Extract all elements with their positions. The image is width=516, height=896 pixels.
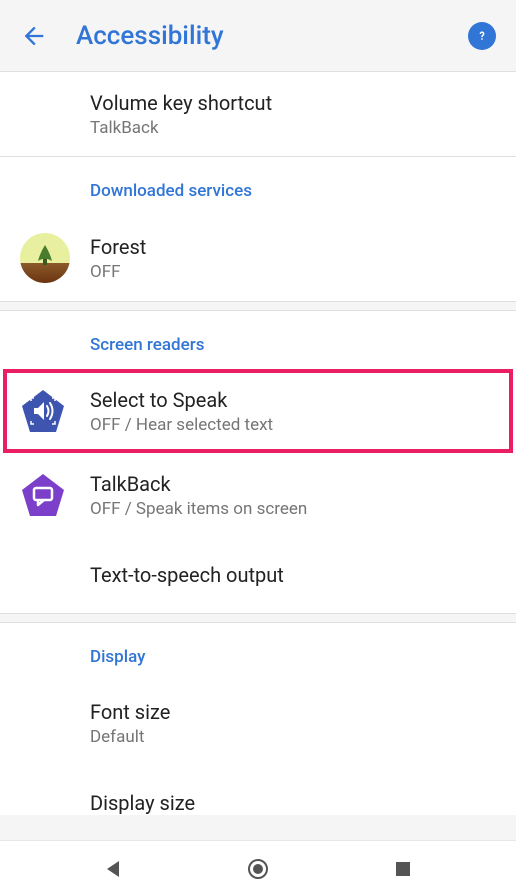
item-subtitle: TalkBack [90,118,496,138]
item-subtitle: Default [90,727,496,747]
item-forest[interactable]: Forest OFF [0,215,516,301]
item-talkback[interactable]: TalkBack OFF / Speak items on screen [0,453,516,537]
item-title: Display size [90,790,496,815]
item-subtitle: OFF [90,262,496,282]
app-bar: Accessibility [0,0,516,72]
question-icon [473,27,491,45]
section-screen-readers: Screen readers [0,311,516,369]
section-downloaded-services: Downloaded services [0,157,516,215]
forest-app-icon [20,233,70,283]
talkback-icon [20,472,66,518]
arrow-left-icon [20,22,48,50]
item-text-to-speech[interactable]: Text-to-speech output [0,537,516,613]
select-to-speak-icon [20,388,66,434]
item-title: Font size [90,699,496,725]
circle-home-icon [246,857,270,881]
item-title: Volume key shortcut [90,90,496,116]
item-select-to-speak[interactable]: Select to Speak OFF / Hear selected text [0,369,516,453]
item-subtitle: OFF / Hear selected text [90,415,496,435]
settings-list[interactable]: Volume key shortcut TalkBack Downloaded … [0,72,516,840]
item-volume-key-shortcut[interactable]: Volume key shortcut TalkBack [0,72,516,156]
help-button[interactable] [468,22,496,50]
item-title: Text-to-speech output [90,562,496,588]
square-recent-icon [391,857,415,881]
item-subtitle: OFF / Speak items on screen [90,499,496,519]
item-title: Select to Speak [90,387,496,413]
nav-home-button[interactable] [246,857,270,881]
section-gap [0,613,516,623]
nav-recent-button[interactable] [391,857,415,881]
item-font-size[interactable]: Font size Default [0,681,516,765]
item-display-size[interactable]: Display size [0,765,516,815]
triangle-back-icon [101,857,125,881]
section-display: Display [0,623,516,681]
item-title: TalkBack [90,471,496,497]
back-button[interactable] [20,22,48,50]
nav-back-button[interactable] [101,857,125,881]
page-title: Accessibility [76,21,468,51]
navigation-bar [0,840,516,896]
section-gap [0,301,516,311]
item-title: Forest [90,234,496,260]
